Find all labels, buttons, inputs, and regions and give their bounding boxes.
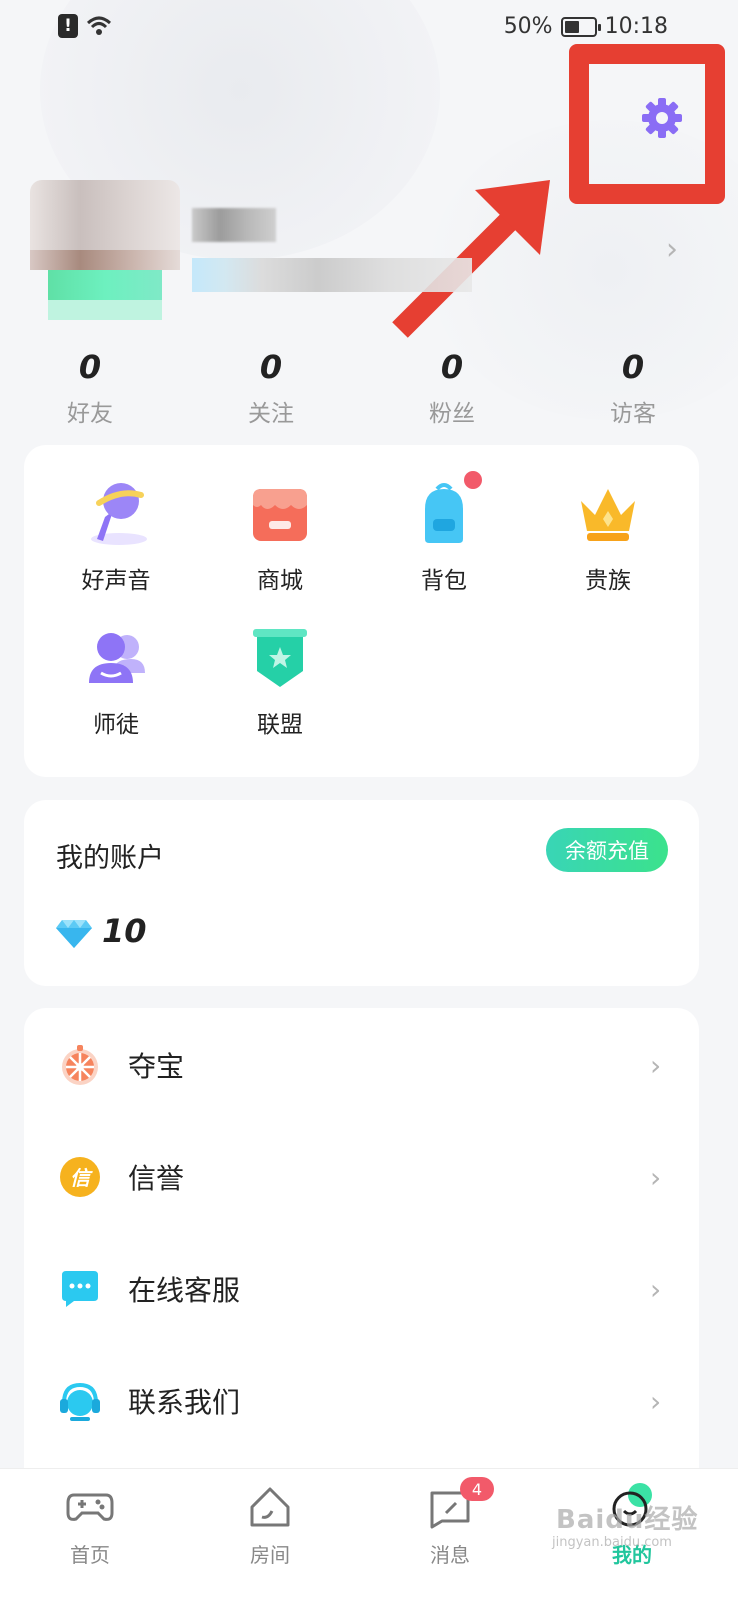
menu-item-contact-us[interactable]: 联系我们 › xyxy=(24,1346,699,1456)
stat-label: 访客 xyxy=(610,401,656,427)
headset-icon xyxy=(60,1382,100,1421)
menu-label: 夺宝 xyxy=(128,1050,185,1083)
feature-shop[interactable]: 商城 xyxy=(200,481,360,595)
chevron-right-icon: › xyxy=(650,1272,662,1306)
stat-friends[interactable]: 0 好友 xyxy=(30,348,150,428)
stat-fans[interactable]: 0 粉丝 xyxy=(392,348,512,428)
features-card: 好声音 商城 背包 贵族 师徒 联盟 xyxy=(24,445,699,777)
watermark: Baidu经验 xyxy=(556,1505,699,1535)
alliance-badge-icon xyxy=(253,629,307,687)
gamepad-icon xyxy=(66,1493,114,1521)
feature-label: 背包 xyxy=(421,568,467,594)
credit-icon-text: 信 xyxy=(70,1166,93,1190)
feature-alliance[interactable]: 联盟 xyxy=(200,625,360,739)
bottom-navigation: 首页 房间 4 消息 我的 Baidu经验 jingyan.baidu.com xyxy=(0,1468,738,1600)
stat-label: 好友 xyxy=(67,401,113,427)
feature-mentor[interactable]: 师徒 xyxy=(36,625,196,739)
menu-label: 在线客服 xyxy=(128,1274,241,1307)
menu-item-online-service[interactable]: 在线客服 › xyxy=(24,1234,699,1344)
feature-label: 联盟 xyxy=(257,712,303,738)
notification-dot xyxy=(464,471,482,489)
clock-time: 10:18 xyxy=(604,14,668,39)
battery-icon xyxy=(560,16,601,37)
feature-label: 好声音 xyxy=(81,568,151,594)
chevron-right-icon: › xyxy=(650,1384,662,1418)
diamond-balance: 10 xyxy=(102,912,147,950)
username-blurred xyxy=(192,208,276,242)
settings-gear-icon[interactable] xyxy=(640,96,684,140)
battery-percent: 50% xyxy=(503,14,553,39)
feature-label: 贵族 xyxy=(585,568,631,594)
feature-label: 商城 xyxy=(257,568,303,594)
menu-item-credit[interactable]: 信 信誉 › xyxy=(24,1122,699,1232)
stat-value: 0 xyxy=(440,348,464,386)
alert-icon: ! xyxy=(58,14,78,38)
shop-icon xyxy=(253,489,307,541)
nav-room[interactable]: 房间 xyxy=(220,1481,320,1568)
nav-home[interactable]: 首页 xyxy=(40,1481,140,1568)
microphone-icon xyxy=(91,483,147,545)
backpack-icon xyxy=(425,483,463,543)
stat-value: 0 xyxy=(259,348,283,386)
house-icon xyxy=(250,1487,290,1527)
watermark-sub: jingyan.baidu.com xyxy=(552,1535,672,1550)
stat-visitors[interactable]: 0 访客 xyxy=(573,348,693,428)
mentor-icon xyxy=(89,633,145,683)
credit-icon: 信 xyxy=(60,1157,100,1197)
chevron-right-icon[interactable]: › xyxy=(666,232,678,267)
recharge-button[interactable]: 余额充值 xyxy=(546,828,668,872)
menu-label: 联系我们 xyxy=(128,1386,241,1419)
profile-page: ! 50% 10:18 › 0 好友 0 关注 0 粉丝 0 访客 好声音 商城… xyxy=(0,0,738,1600)
avatar[interactable] xyxy=(30,180,180,320)
nav-label: 消息 xyxy=(430,1543,470,1567)
feature-label: 师徒 xyxy=(93,712,139,738)
wifi-icon xyxy=(86,16,112,35)
menu-label: 信誉 xyxy=(128,1162,185,1195)
nav-messages[interactable]: 4 消息 xyxy=(400,1477,500,1568)
menu-item-treasure[interactable]: 夺宝 › xyxy=(24,1010,699,1120)
chevron-right-icon: › xyxy=(650,1160,662,1194)
nav-label: 首页 xyxy=(70,1543,110,1567)
crown-icon xyxy=(581,489,635,541)
treasure-wheel-icon xyxy=(62,1045,98,1085)
nav-label: 房间 xyxy=(250,1543,290,1567)
account-card: 我的账户 余额充值 10 xyxy=(24,800,699,986)
account-title: 我的账户 xyxy=(56,843,164,874)
chat-bubble-icon xyxy=(62,1271,98,1307)
stat-value: 0 xyxy=(78,348,102,386)
menu-card: 夺宝 › 信 信誉 › 在线客服 › 联系我们 › xyxy=(24,1008,699,1488)
feature-nobility[interactable]: 贵族 xyxy=(528,481,688,595)
message-badge: 4 xyxy=(460,1477,494,1501)
chevron-right-icon: › xyxy=(650,1048,662,1082)
user-id-blurred xyxy=(192,258,472,292)
feature-backpack[interactable]: 背包 xyxy=(364,471,524,595)
feature-good-voice[interactable]: 好声音 xyxy=(36,481,196,595)
stat-label: 关注 xyxy=(248,401,294,427)
diamond-icon xyxy=(56,920,92,948)
stat-following[interactable]: 0 关注 xyxy=(211,348,331,428)
stat-label: 粉丝 xyxy=(429,401,475,427)
stat-value: 0 xyxy=(621,348,645,386)
